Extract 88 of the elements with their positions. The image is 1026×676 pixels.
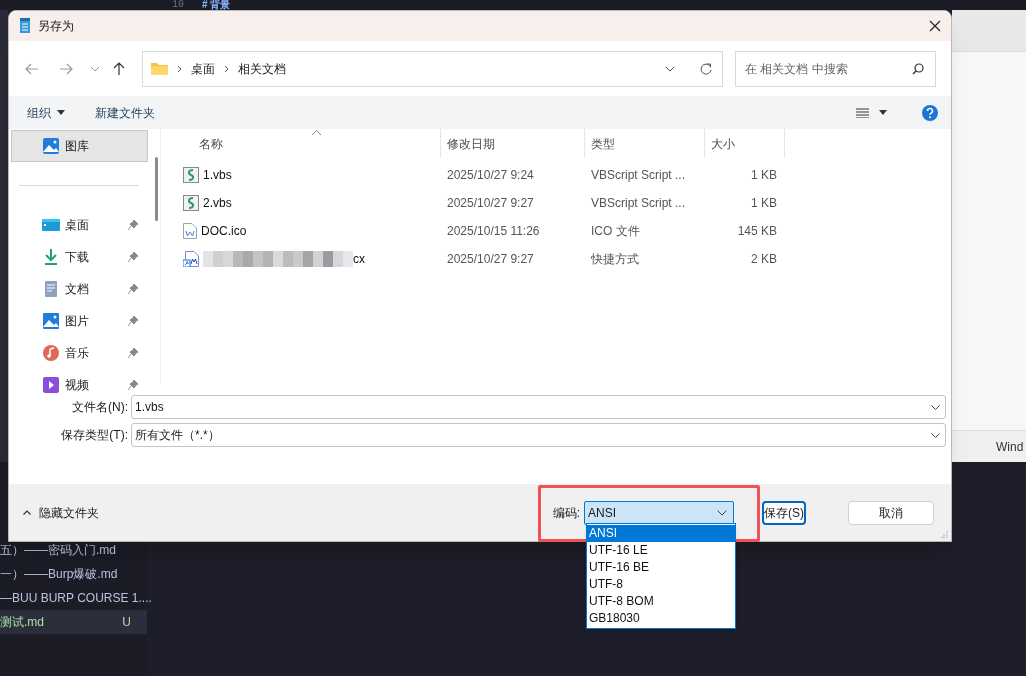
download-icon: [42, 248, 60, 266]
organize-menu[interactable]: 组织: [27, 103, 65, 122]
script-file-icon: [183, 195, 199, 211]
back-icon[interactable]: [25, 62, 39, 75]
nav-pane-item[interactable]: 桌面: [11, 209, 151, 241]
shortcut-file-icon: [183, 251, 199, 267]
table-cell-text: 1 KB: [750, 195, 778, 212]
sort-caret-icon: [312, 130, 321, 135]
table-cell-text: 2025/10/27 9:24: [446, 167, 535, 184]
nav-pane-item[interactable]: 下载: [11, 241, 151, 273]
document-icon: [42, 280, 60, 298]
status-bar-text: Wind: [996, 438, 1024, 456]
refresh-icon[interactable]: [700, 62, 712, 75]
caret-icon: [931, 432, 940, 438]
git-status-label: U: [122, 614, 131, 631]
breadcrumb[interactable]: 相关文档: [238, 59, 286, 78]
folder-icon: [151, 62, 168, 75]
close-icon[interactable]: [929, 20, 941, 32]
column-header[interactable]: 修改日期: [441, 129, 585, 158]
explorer-file-item[interactable]: 一）——Burp爆破.md: [0, 562, 147, 586]
search-icon: [912, 62, 924, 75]
encoding-dropdown[interactable]: ANSI: [584, 500, 734, 525]
new-folder-button[interactable]: 新建文件夹: [95, 103, 155, 122]
markdown-heading: # 背景: [202, 0, 231, 10]
caret-icon: [879, 110, 887, 115]
file-name[interactable]: 2.vbs: [203, 194, 232, 212]
save-button[interactable]: 保存(S): [762, 500, 806, 525]
field-label: 文件名(N):: [71, 399, 129, 416]
encoding-label: 编码:: [552, 504, 580, 522]
field-label: 保存类型(T):: [60, 427, 129, 444]
file-name[interactable]: cx: [353, 250, 365, 268]
table-cell-text: VBScript Script ...: [590, 167, 687, 184]
cancel-button[interactable]: 取消: [848, 500, 934, 525]
window-title: 另存为: [38, 18, 75, 35]
music-icon: [42, 344, 60, 362]
gallery-icon: [42, 137, 60, 155]
save-type-dropdown[interactable]: 所有文件（*.*）: [131, 423, 946, 447]
video-icon: [42, 376, 60, 394]
table-cell-text: 2 KB: [750, 251, 778, 268]
nav-pane-item[interactable]: 文档: [11, 273, 151, 305]
table-cell-text: 2025/10/27 9:27: [446, 251, 535, 268]
encoding-option[interactable]: UTF-8: [587, 576, 735, 593]
search-field[interactable]: 在 相关文档 中搜索: [735, 50, 936, 87]
scrollbar-thumb[interactable]: [155, 157, 158, 221]
file-name[interactable]: 1.vbs: [203, 166, 232, 184]
help-icon[interactable]: [922, 104, 938, 121]
caret-icon: [931, 404, 940, 410]
nav-pane-item[interactable]: 图库: [11, 130, 148, 162]
column-header[interactable]: 名称: [165, 129, 441, 158]
caret-icon[interactable]: [665, 65, 675, 72]
line-number: 10: [172, 0, 184, 10]
notepad-icon: [19, 18, 31, 34]
document-file-icon: [183, 223, 197, 239]
encoding-option[interactable]: UTF-16 LE: [587, 542, 735, 559]
chevron-icon: [177, 64, 182, 73]
nav-pane-item[interactable]: 音乐: [11, 337, 151, 369]
chevron-icon: [224, 64, 229, 73]
explorer-file-item[interactable]: 五）——密码入门.md: [0, 538, 147, 562]
table-cell-text: VBScript Script ...: [590, 195, 687, 212]
nav-pane-item[interactable]: 图片: [11, 305, 151, 337]
breadcrumb[interactable]: 桌面: [191, 59, 215, 78]
encoding-option[interactable]: ANSI: [587, 525, 735, 542]
file-name[interactable]: DOC.ico: [201, 222, 247, 240]
encoding-option[interactable]: UTF-8 BOM: [587, 593, 735, 610]
caret-icon: [717, 509, 727, 516]
column-header[interactable]: 大小: [705, 129, 785, 158]
caret-icon: [57, 110, 65, 115]
table-cell-text: 1 KB: [750, 167, 778, 184]
hide-folders-toggle[interactable]: 隐藏文件夹: [23, 503, 99, 522]
view-list-icon[interactable]: [856, 107, 869, 118]
script-file-icon: [183, 167, 199, 183]
forward-icon[interactable]: [59, 62, 73, 75]
address-bar[interactable]: 桌面 相关文档: [142, 50, 723, 87]
chevron-up-icon: [23, 510, 31, 515]
picture-icon: [42, 312, 60, 330]
encoding-option[interactable]: UTF-16 BE: [587, 559, 735, 576]
table-cell-text: 2025/10/27 9:27: [446, 195, 535, 212]
table-cell-text: 145 KB: [736, 223, 778, 240]
explorer-file-item[interactable]: 测试.md U: [0, 610, 147, 634]
file-name-field[interactable]: 1.vbs: [131, 395, 946, 419]
table-cell-text: 2025/10/15 11:26: [446, 223, 541, 240]
up-icon[interactable]: [113, 61, 125, 76]
table-cell-text: 快捷方式: [590, 251, 640, 268]
resize-grip-icon: [941, 531, 948, 538]
column-header[interactable]: 类型: [585, 129, 705, 158]
desktop-icon: [42, 216, 60, 234]
encoding-option[interactable]: GB18030: [587, 610, 735, 627]
table-cell-text: ICO 文件: [590, 223, 641, 240]
